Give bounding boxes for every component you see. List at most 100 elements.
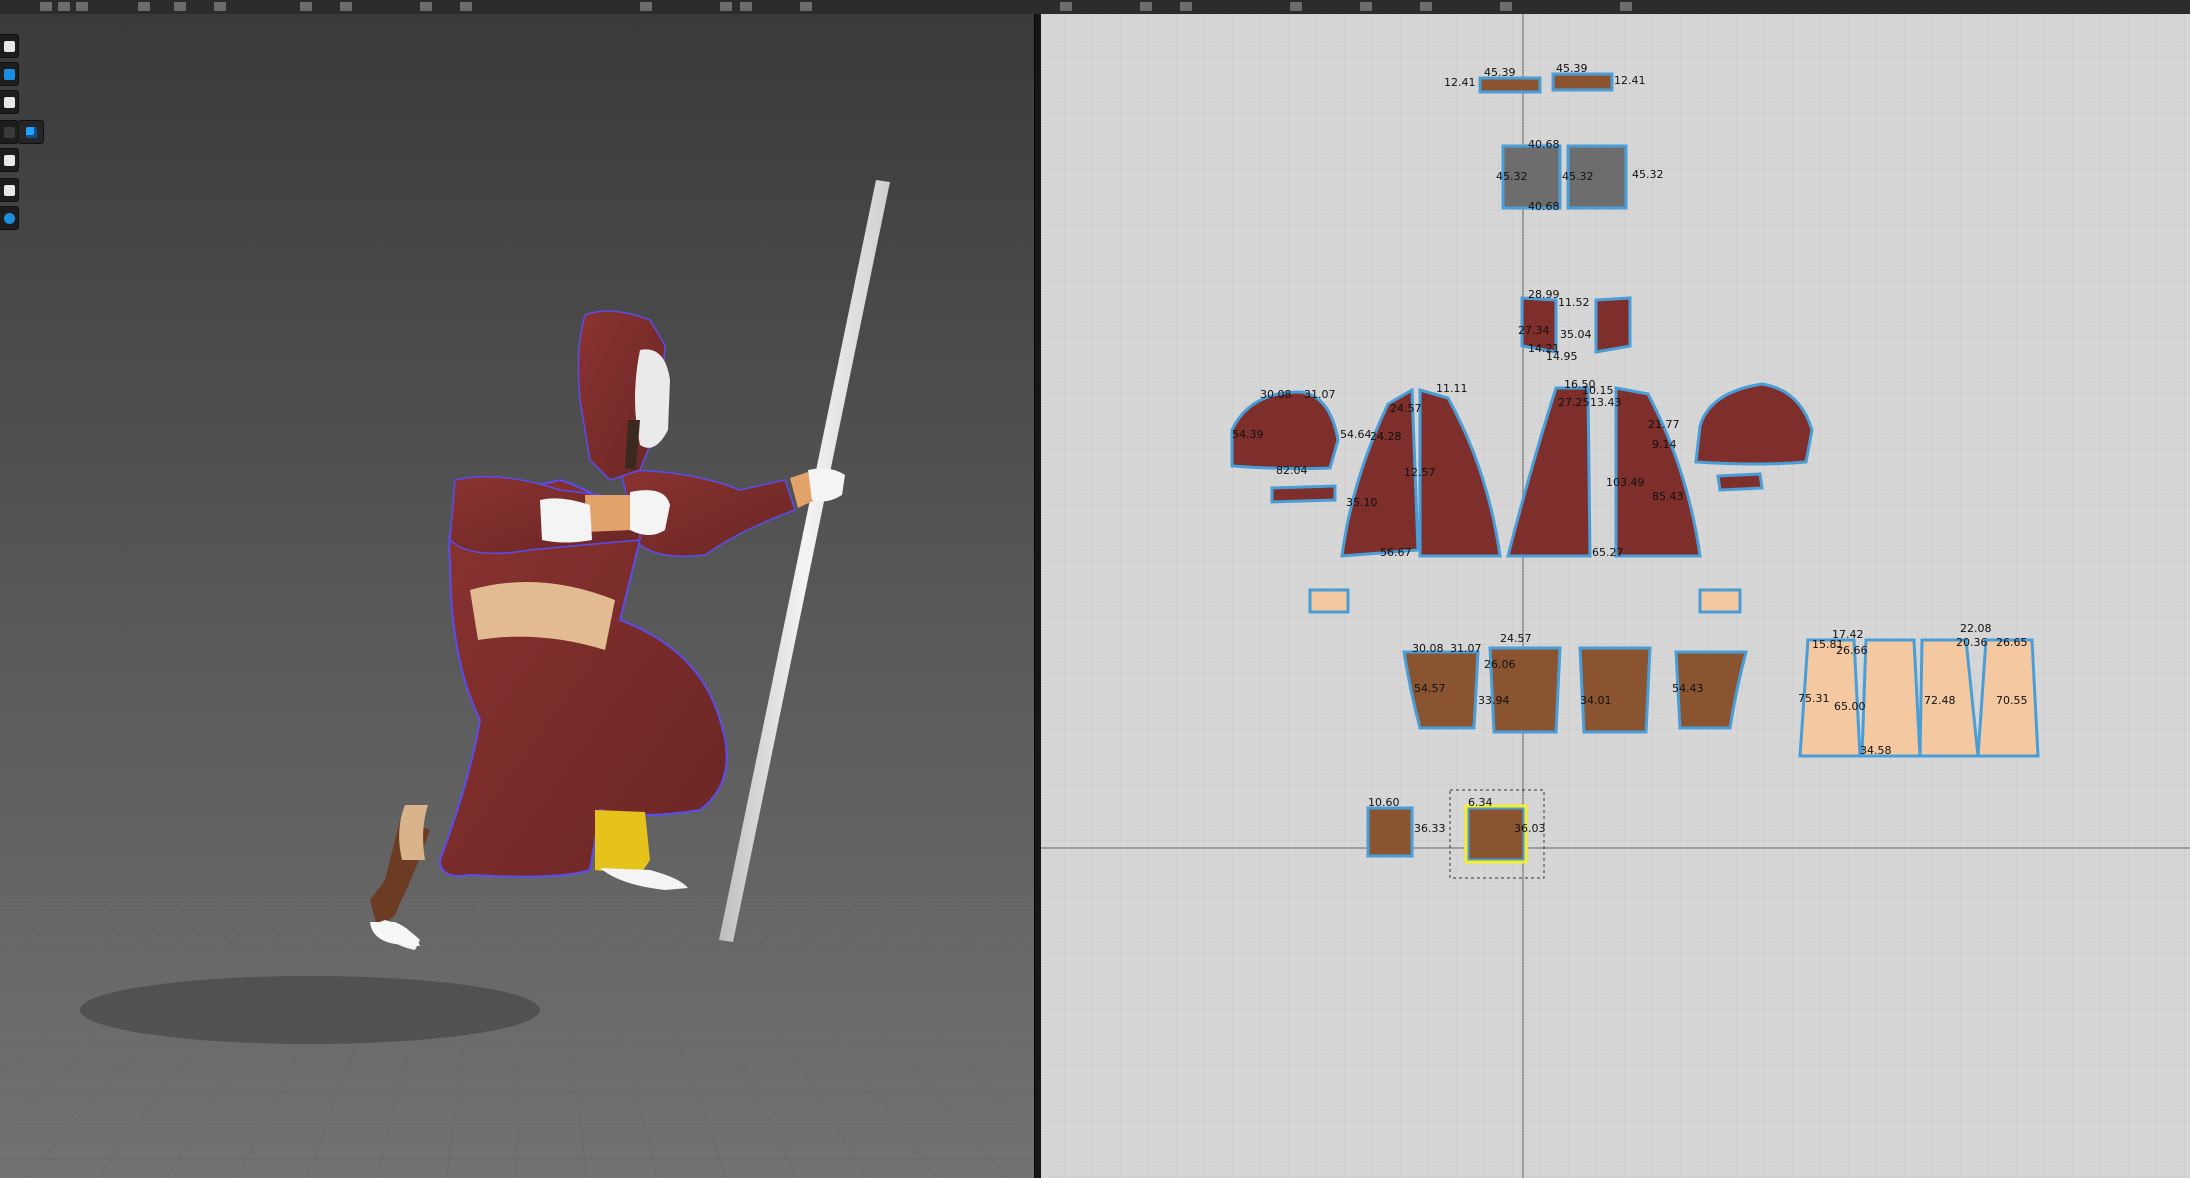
hand-left	[540, 498, 592, 543]
toolbar-icon-4[interactable]	[138, 2, 150, 11]
toolbar-icon-19[interactable]	[1360, 2, 1372, 11]
measurement-label: 24.28	[1370, 430, 1402, 443]
toolbar-icon-18[interactable]	[1290, 2, 1302, 11]
3d-tool-strip	[0, 34, 44, 244]
hood-panel-right[interactable]	[1594, 296, 1632, 354]
measurement-label: 9.14	[1652, 438, 1677, 451]
measurement-label: 28.99	[1528, 288, 1560, 301]
measurement-label: 36.03	[1514, 822, 1546, 835]
leg-panel-2[interactable]	[1860, 638, 1922, 758]
head-icon	[3, 184, 15, 196]
measurement-label: 35.10	[1346, 496, 1378, 509]
toolbar-icon-12[interactable]	[720, 2, 732, 11]
molecule-icon	[3, 68, 15, 80]
measurement-label: 45.39	[1484, 66, 1516, 79]
measurement-label: 33.94	[1478, 694, 1510, 707]
measurement-label: 30.08	[1412, 642, 1444, 655]
measurement-label: 21.77	[1648, 418, 1680, 431]
measurement-label: 12.41	[1444, 76, 1476, 89]
measurement-label: 31.07	[1304, 388, 1336, 401]
measurement-label: 103.49	[1606, 476, 1645, 489]
measurement-label: 35.04	[1560, 328, 1592, 341]
3d-viewport[interactable]	[0, 14, 1034, 1178]
belt-left[interactable]	[1366, 806, 1414, 858]
measurement-label: 65.27	[1592, 546, 1624, 559]
pattern-canvas[interactable]: 45.39 12.41 45.39 12.41 40.68 45.32 45.32 40.68…	[1041, 14, 2190, 1178]
pin-tool[interactable]	[0, 120, 19, 144]
measurement-label: 26.06	[1484, 658, 1516, 671]
strap-left[interactable]	[1308, 588, 1350, 614]
measurement-label: 20.36	[1956, 636, 1988, 649]
toolbar-icon-20[interactable]	[1420, 2, 1432, 11]
measurement-label: 26.65	[1996, 636, 2028, 649]
strap-piece[interactable]	[1478, 76, 1542, 94]
toolbar-icon-3[interactable]	[76, 2, 88, 11]
toolbar-icon-16[interactable]	[1140, 2, 1152, 11]
vest-center-right[interactable]	[1578, 646, 1652, 734]
measurement-label: 40.68	[1528, 138, 1560, 151]
measurement-label: 22.08	[1960, 622, 1992, 635]
measurement-label: 6.34	[1468, 796, 1493, 809]
measurement-label: 11.52	[1558, 296, 1590, 309]
toolbar-icon-1[interactable]	[40, 2, 52, 11]
display-avatar-tool[interactable]	[0, 178, 19, 202]
render-tool[interactable]	[0, 206, 19, 230]
measurement-label: 45.32	[1632, 168, 1664, 181]
cube-icon	[25, 126, 37, 138]
toolbar-icon-10[interactable]	[460, 2, 472, 11]
measurement-label: 75.31	[1798, 692, 1830, 705]
toolbar-icon-11[interactable]	[640, 2, 652, 11]
toolbar-icon-13[interactable]	[740, 2, 752, 11]
strap-right[interactable]	[1698, 588, 1742, 614]
measurement-label: 85.43	[1652, 490, 1684, 503]
fold-icon	[3, 154, 15, 166]
toolbar-icon-7[interactable]	[300, 2, 312, 11]
toolbar-icon-22[interactable]	[1620, 2, 1632, 11]
2d-pattern-window[interactable]: 45.39 12.41 45.39 12.41 40.68 45.32 45.32 40.68…	[1041, 14, 2190, 1178]
square-icon	[3, 126, 15, 138]
measurement-label: 34.58	[1860, 744, 1892, 757]
measurement-label: 24.57	[1500, 632, 1532, 645]
simulation-tool[interactable]	[0, 62, 19, 86]
top-toolbar	[0, 0, 2190, 15]
toolbar-icon-9[interactable]	[420, 2, 432, 11]
cuff-right[interactable]	[1716, 472, 1764, 492]
fold-tool[interactable]	[0, 148, 19, 172]
measurement-label: 54.64	[1340, 428, 1372, 441]
avatar-shadow	[80, 976, 540, 1044]
toolbar-icon-14[interactable]	[800, 2, 812, 11]
measurement-label: 40.68	[1528, 200, 1560, 213]
measurement-label: 34.01	[1580, 694, 1612, 707]
fist-left	[630, 490, 670, 535]
3d-scene[interactable]	[0, 14, 1034, 1178]
measurement-label: 12.41	[1614, 74, 1646, 87]
face	[635, 349, 670, 448]
wrist-wrap-left	[585, 495, 632, 532]
measurement-label: 12.57	[1404, 466, 1436, 479]
globe-icon	[3, 212, 15, 224]
measurement-label: 45.39	[1556, 62, 1588, 75]
avatar-select-tool[interactable]	[0, 90, 19, 114]
texture-tool[interactable]	[18, 120, 44, 144]
toolbar-icon-2[interactable]	[58, 2, 70, 11]
measurement-label: 54.39	[1232, 428, 1264, 441]
measurement-label: 36.33	[1414, 822, 1446, 835]
measurement-label: 82.04	[1276, 464, 1308, 477]
toolbar-icon-6[interactable]	[214, 2, 226, 11]
toolbar-icon-17[interactable]	[1180, 2, 1192, 11]
measurement-label: 30.08	[1260, 388, 1292, 401]
measurement-label: 54.43	[1672, 682, 1704, 695]
toolbar-icon-15[interactable]	[1060, 2, 1072, 11]
measurement-label: 31.07	[1450, 642, 1482, 655]
measurement-label: 54.57	[1414, 682, 1446, 695]
toolbar-icon-8[interactable]	[340, 2, 352, 11]
avatar-tool[interactable]	[0, 34, 19, 58]
toolbar-icon-21[interactable]	[1500, 2, 1512, 11]
toolbar-icon-5[interactable]	[174, 2, 186, 11]
measurement-label: 70.55	[1996, 694, 2028, 707]
measurement-label: 56.67	[1380, 546, 1412, 559]
cuff-left[interactable]	[1270, 484, 1337, 504]
strap-piece[interactable]	[1551, 72, 1614, 92]
front-boot-cover[interactable]	[595, 810, 650, 875]
person-icon	[3, 96, 15, 108]
